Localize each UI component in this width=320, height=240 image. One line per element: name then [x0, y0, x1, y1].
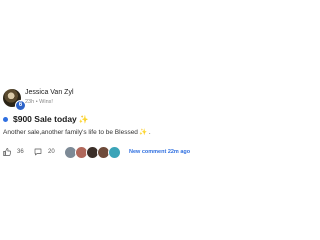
- post-author: 6 Jessica Van Zyl 23h • Wins!: [3, 88, 203, 111]
- post-actions: 36 20 New comment 22m ago: [3, 145, 303, 159]
- post-title-row[interactable]: $900 Sale today ✨: [3, 113, 89, 125]
- unread-dot: [3, 116, 8, 122]
- new-comment-link[interactable]: New comment 22m ago: [129, 145, 190, 159]
- post-meta: 23h • Wins!: [25, 99, 53, 105]
- post-body-suffix: .: [147, 129, 151, 136]
- post-title[interactable]: $900 Sale today: [13, 114, 77, 124]
- post-card[interactable]: 6 Jessica Van Zyl 23h • Wins! $900 Sale …: [0, 88, 320, 160]
- post-body-text: Another sale,another family's life to be…: [3, 129, 138, 136]
- author-name[interactable]: Jessica Van Zyl: [25, 89, 74, 96]
- sparkles-icon: ✨: [78, 114, 89, 124]
- comment-count: 20: [48, 149, 55, 155]
- comment-button[interactable]: 20: [34, 145, 55, 159]
- comment-icon: [34, 148, 42, 156]
- sparkles-icon: ✨: [138, 129, 148, 136]
- participant-avatar-5: [108, 146, 121, 159]
- like-button[interactable]: 36: [3, 145, 24, 159]
- post-body: Another sale,another family's life to be…: [3, 128, 151, 136]
- thumbs-up-icon: [3, 148, 11, 156]
- like-count: 36: [17, 149, 24, 155]
- participant-avatars[interactable]: [64, 146, 126, 159]
